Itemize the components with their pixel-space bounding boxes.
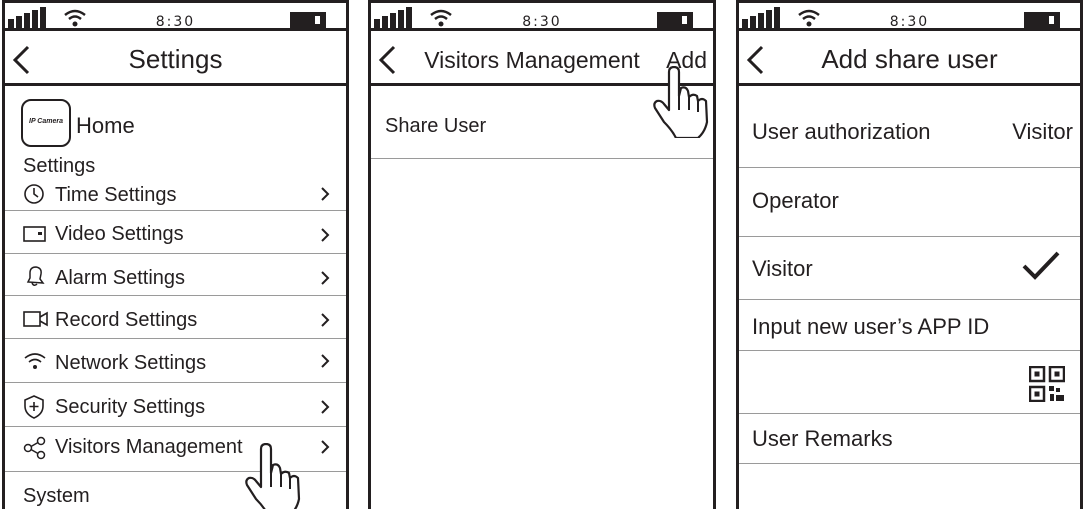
clock-icon (24, 184, 44, 204)
status-bar: 8:30 (371, 3, 713, 31)
chevron-right-icon (321, 440, 330, 454)
checkmark-icon (1022, 251, 1060, 280)
battery-icon (1024, 12, 1060, 28)
section-settings-label: Settings (23, 155, 96, 177)
battery-icon (290, 12, 326, 28)
section-system-label: System (23, 485, 90, 507)
record-icon (23, 311, 48, 327)
nav-header: Add share user (739, 34, 1080, 86)
battery-icon (657, 12, 693, 28)
device-name: Home (76, 113, 135, 138)
app-id-input-row[interactable] (739, 351, 1080, 414)
share-icon (23, 436, 46, 460)
settings-item-label: Record Settings (55, 309, 198, 331)
option-visitor-label: Visitor (752, 256, 813, 281)
camera-thumbnail[interactable]: IP Camera (21, 99, 71, 147)
camera-label: IP Camera (29, 118, 63, 125)
shield-icon (24, 395, 44, 419)
add-share-user-screen: 8:30 Add share user User authorization V… (736, 0, 1083, 509)
settings-item-alarm[interactable]: Alarm Settings (5, 254, 346, 296)
settings-item-security[interactable]: Security Settings (5, 383, 346, 427)
chevron-right-icon (321, 187, 330, 201)
settings-item-label: Network Settings (55, 352, 207, 374)
user-authorization-row[interactable]: User authorization Visitor (739, 89, 1080, 168)
page-title: Settings (128, 44, 223, 74)
chevron-right-icon (321, 400, 330, 414)
settings-item-label: Security Settings (55, 396, 206, 418)
qr-code-icon[interactable] (1029, 366, 1065, 402)
settings-item-label: Video Settings (55, 223, 184, 245)
status-bar: 8:30 (5, 3, 346, 31)
chevron-right-icon (321, 271, 330, 285)
wifi-icon (24, 353, 46, 369)
status-bar: 8:30 (739, 3, 1080, 31)
settings-item-record[interactable]: Record Settings (5, 296, 346, 339)
option-visitor[interactable]: Visitor (739, 237, 1080, 300)
settings-item-video[interactable]: Video Settings (5, 211, 346, 254)
chevron-right-icon (321, 228, 330, 242)
settings-screen: 8:30 Settings IP Camera Home Settings Ti… (2, 0, 349, 509)
pointing-hand-icon (245, 443, 301, 509)
page-title: Add share user (821, 44, 998, 74)
chevron-right-icon (321, 313, 330, 327)
user-remarks-label: User Remarks (752, 426, 893, 451)
settings-item-network[interactable]: Network Settings (5, 339, 346, 383)
share-user-label: Share User (385, 115, 487, 137)
option-operator[interactable]: Operator (739, 168, 1080, 237)
user-authorization-label: User authorization (752, 119, 931, 144)
nav-header: Settings (5, 34, 346, 86)
visitors-management-screen: 8:30 Visitors Management Add Share User (368, 0, 716, 509)
chevron-right-icon (321, 354, 330, 368)
pointing-hand-icon (653, 66, 709, 138)
video-icon (23, 226, 46, 242)
app-id-label: Input new user’s APP ID (752, 314, 990, 339)
settings-item-label: Visitors Management (55, 436, 243, 458)
user-remarks-row[interactable]: User Remarks (739, 414, 1080, 464)
settings-item-time[interactable]: Time Settings (5, 178, 346, 211)
settings-item-label: Time Settings (55, 184, 177, 206)
option-operator-label: Operator (752, 188, 839, 213)
settings-item-label: Alarm Settings (55, 267, 186, 289)
bell-icon (26, 266, 45, 287)
app-id-row: Input new user’s APP ID (739, 300, 1080, 351)
user-authorization-value: Visitor (1012, 119, 1073, 144)
